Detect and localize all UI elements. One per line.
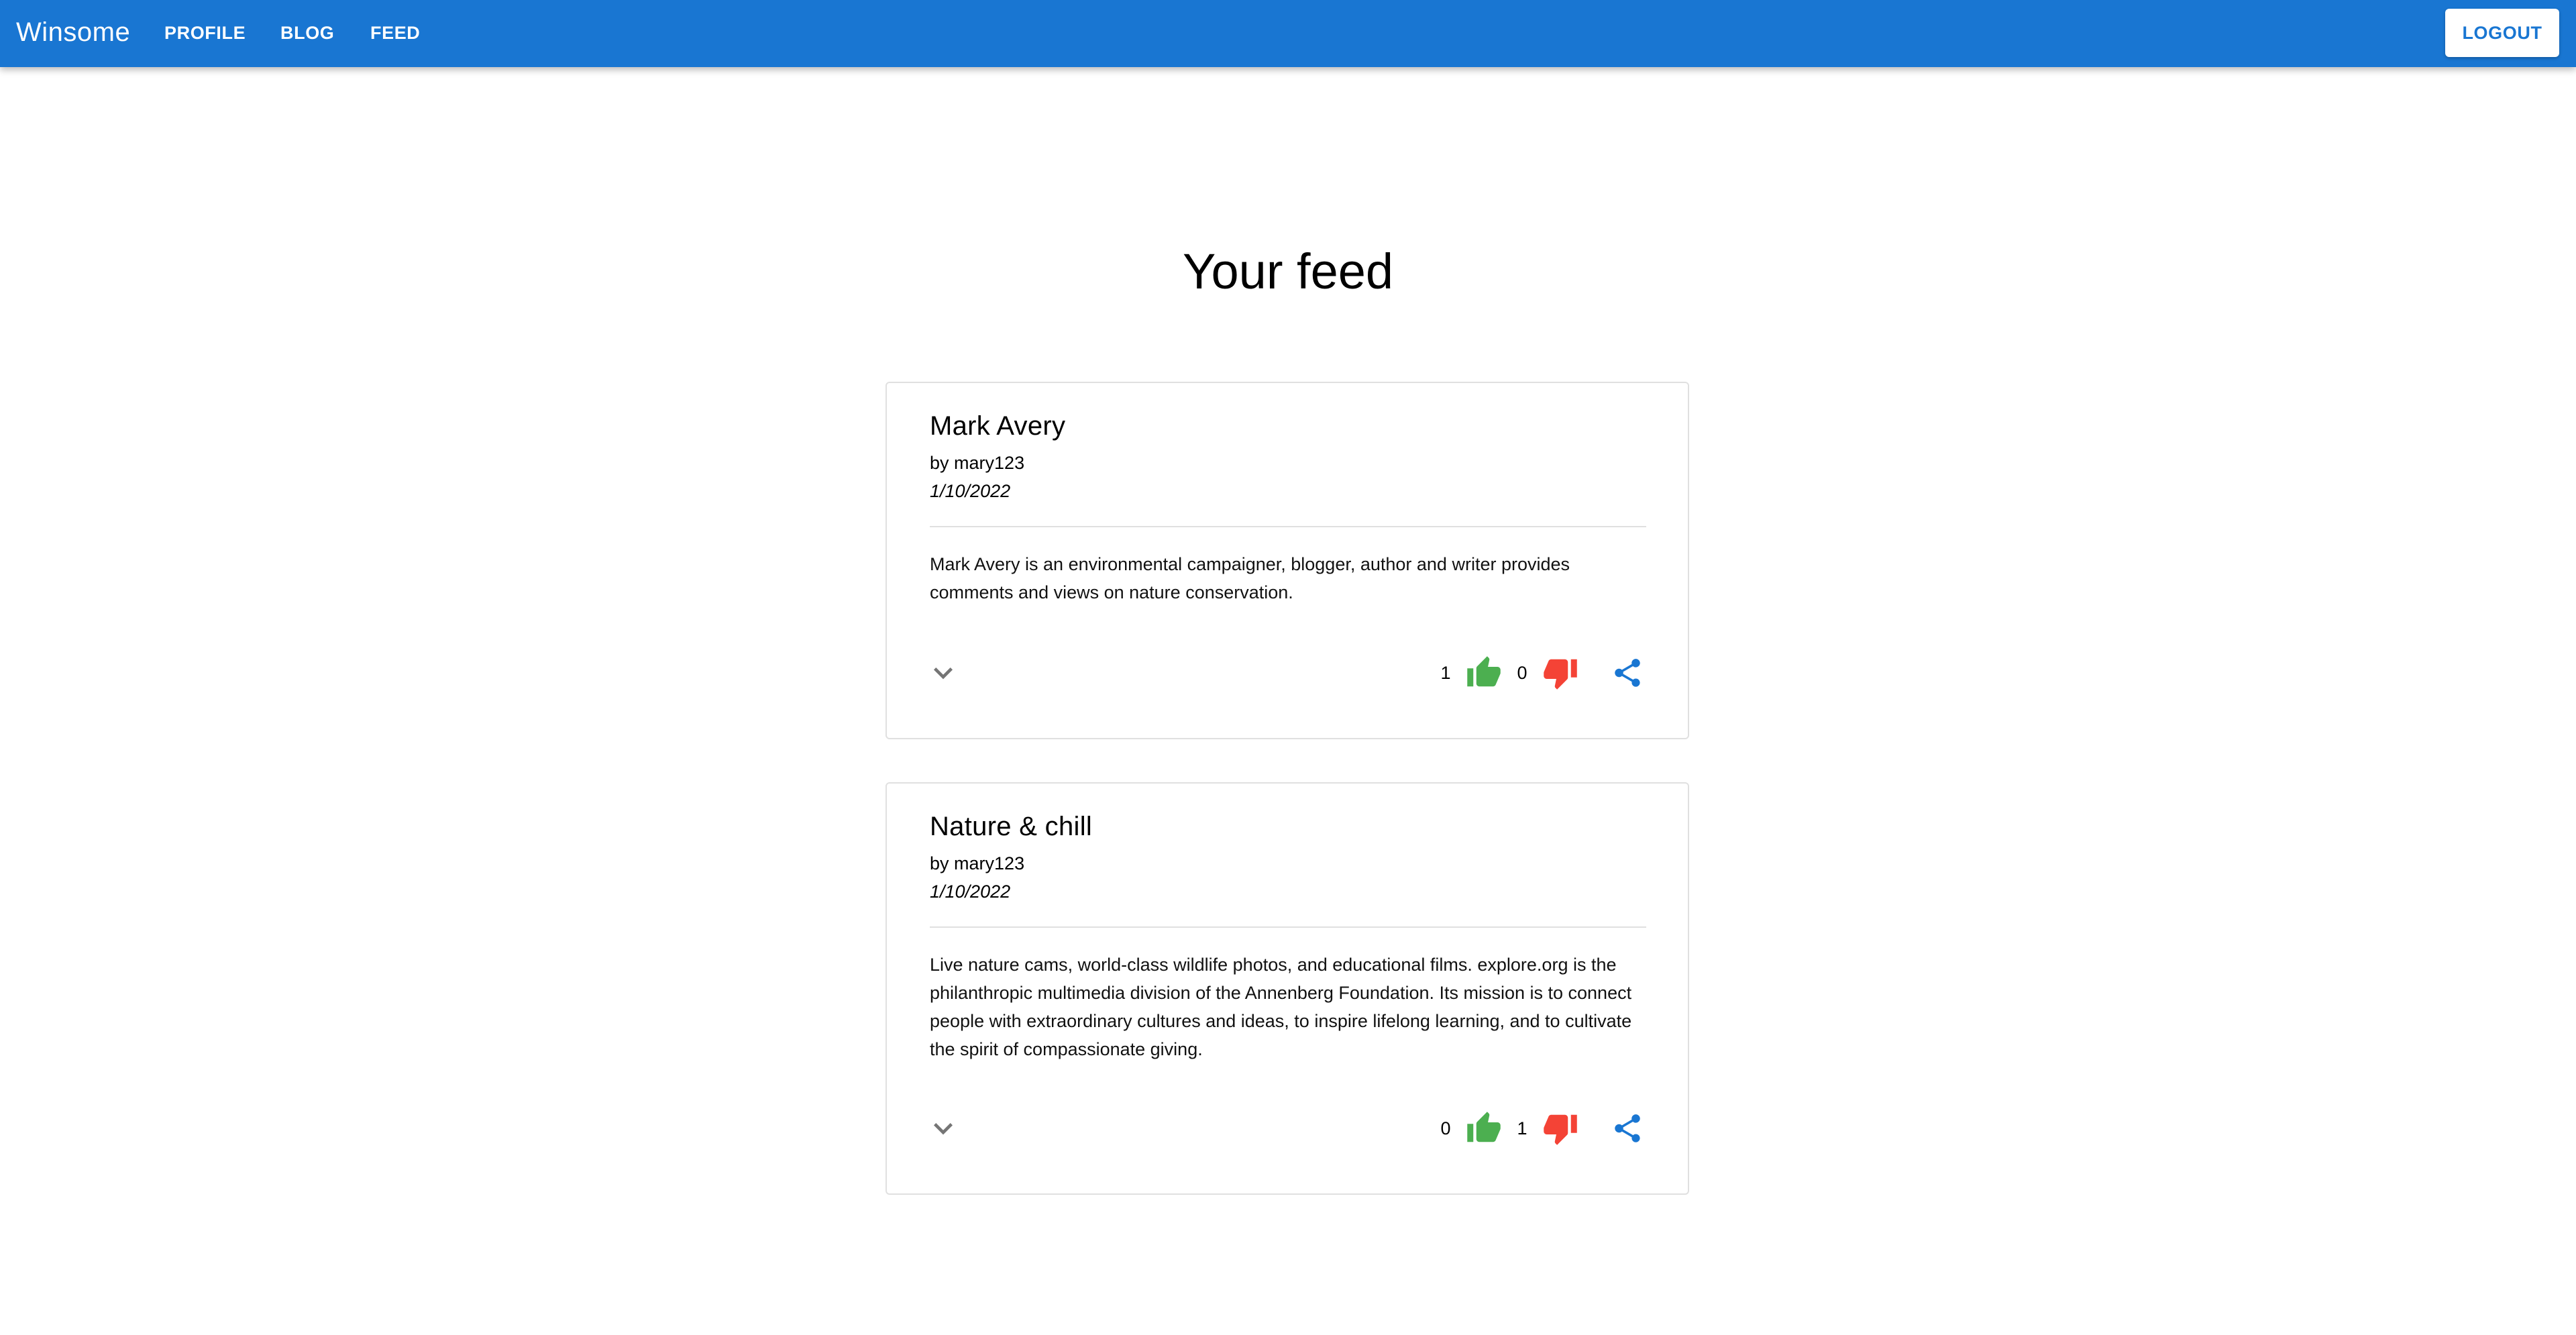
thumb-down-icon — [1544, 659, 1577, 690]
post-card: Mark Avery by mary123 1/10/2022 Mark Ave… — [885, 382, 1689, 739]
post-title: Nature & chill — [930, 812, 1093, 841]
author-name: mary123 — [954, 853, 1025, 873]
share-button[interactable] — [1609, 654, 1646, 692]
author-prefix: by — [930, 853, 949, 873]
page-title: Your feed — [1182, 244, 1394, 299]
logout-button[interactable]: LOGOUT — [2445, 9, 2559, 57]
post-body: Live nature cams, world-class wildlife p… — [930, 955, 1632, 1059]
chevron-down-icon — [934, 1123, 953, 1135]
share-icon — [1615, 1114, 1640, 1142]
dislike-button[interactable] — [1542, 1110, 1579, 1147]
author-name: mary123 — [954, 453, 1025, 473]
post-divider — [930, 926, 1646, 928]
post-body: Mark Avery is an environmental campaigne… — [930, 554, 1570, 602]
chevron-down-icon — [934, 668, 953, 680]
post-title: Mark Avery — [930, 411, 1066, 441]
app-brand[interactable]: Winsome — [16, 0, 130, 64]
dislike-button[interactable] — [1542, 654, 1579, 692]
nav-feed[interactable]: FEED — [370, 0, 420, 66]
post-divider — [930, 526, 1646, 527]
share-button[interactable] — [1609, 1110, 1646, 1147]
expand-button[interactable] — [924, 654, 962, 692]
thumb-down-icon — [1544, 1114, 1577, 1145]
post-date: 1/10/2022 — [930, 481, 1011, 501]
post-actions: 0 1 — [1437, 1110, 1646, 1147]
like-button[interactable] — [1465, 654, 1503, 692]
post-actions: 1 0 — [1437, 654, 1646, 692]
nav-blog[interactable]: BLOG — [280, 0, 334, 66]
app-bar: Winsome PROFILE BLOG FEED LOGOUT — [0, 0, 2576, 67]
like-count: 0 — [1440, 1118, 1451, 1138]
dislike-count: 1 — [1517, 1118, 1527, 1138]
dislike-count: 0 — [1517, 662, 1527, 683]
thumb-up-icon — [1467, 1112, 1501, 1142]
share-icon — [1615, 659, 1640, 687]
like-count: 1 — [1440, 662, 1451, 683]
post-date: 1/10/2022 — [930, 882, 1011, 902]
like-button[interactable] — [1465, 1110, 1503, 1147]
post-card: Nature & chill by mary123 1/10/2022 Live… — [885, 782, 1689, 1195]
author-prefix: by — [930, 453, 949, 473]
nav-profile[interactable]: PROFILE — [164, 0, 246, 66]
post-author: by mary123 — [930, 450, 1024, 476]
post-author: by mary123 — [930, 851, 1024, 876]
expand-button[interactable] — [924, 1110, 962, 1147]
thumb-up-icon — [1467, 656, 1501, 687]
